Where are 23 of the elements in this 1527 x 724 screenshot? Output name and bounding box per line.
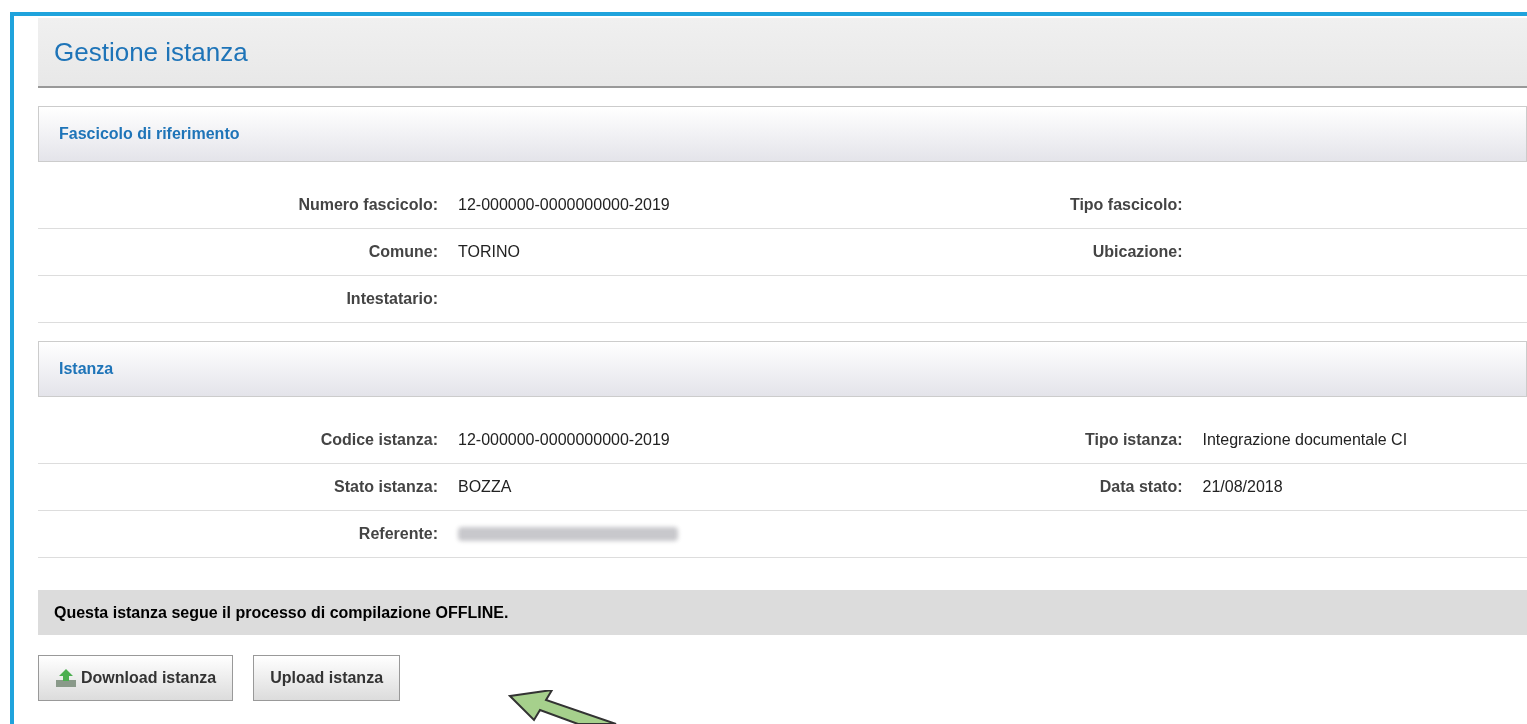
field-value: 12-000000-0000000000-2019 [458, 195, 670, 215]
field-label: Referente: [357, 524, 438, 544]
section-title: Istanza [59, 359, 114, 379]
field-label: Data stato: [1098, 477, 1183, 497]
page-title: Gestione istanza [54, 35, 248, 69]
field-label: Stato istanza: [333, 477, 438, 497]
notice-text: Questa istanza segue il processo di compilazione OFFLINE. [54, 602, 509, 623]
upload-button[interactable]: Upload istanza [253, 655, 401, 701]
field-value: 12-000000-0000000000-2019 [458, 430, 670, 450]
field-label: Codice istanza: [319, 430, 438, 450]
field-label: Numero fascicolo: [297, 195, 438, 215]
field-label: Comune: [367, 242, 438, 262]
download-button[interactable]: Download istanza [38, 655, 234, 701]
download-tray-icon [55, 668, 77, 688]
field-label: Intestatario: [345, 289, 438, 309]
field-label: Ubicazione: [1091, 242, 1183, 262]
field-label: Tipo fascicolo: [1068, 195, 1183, 215]
field-value: TORINO [458, 242, 520, 262]
field-value: BOZZA [458, 477, 512, 497]
section-title: Fascicolo di riferimento [59, 124, 240, 144]
field-label: Tipo istanza: [1084, 430, 1183, 450]
field-value: Integrazione documentale CI [1202, 430, 1408, 450]
field-value: 21/08/2018 [1202, 477, 1283, 497]
